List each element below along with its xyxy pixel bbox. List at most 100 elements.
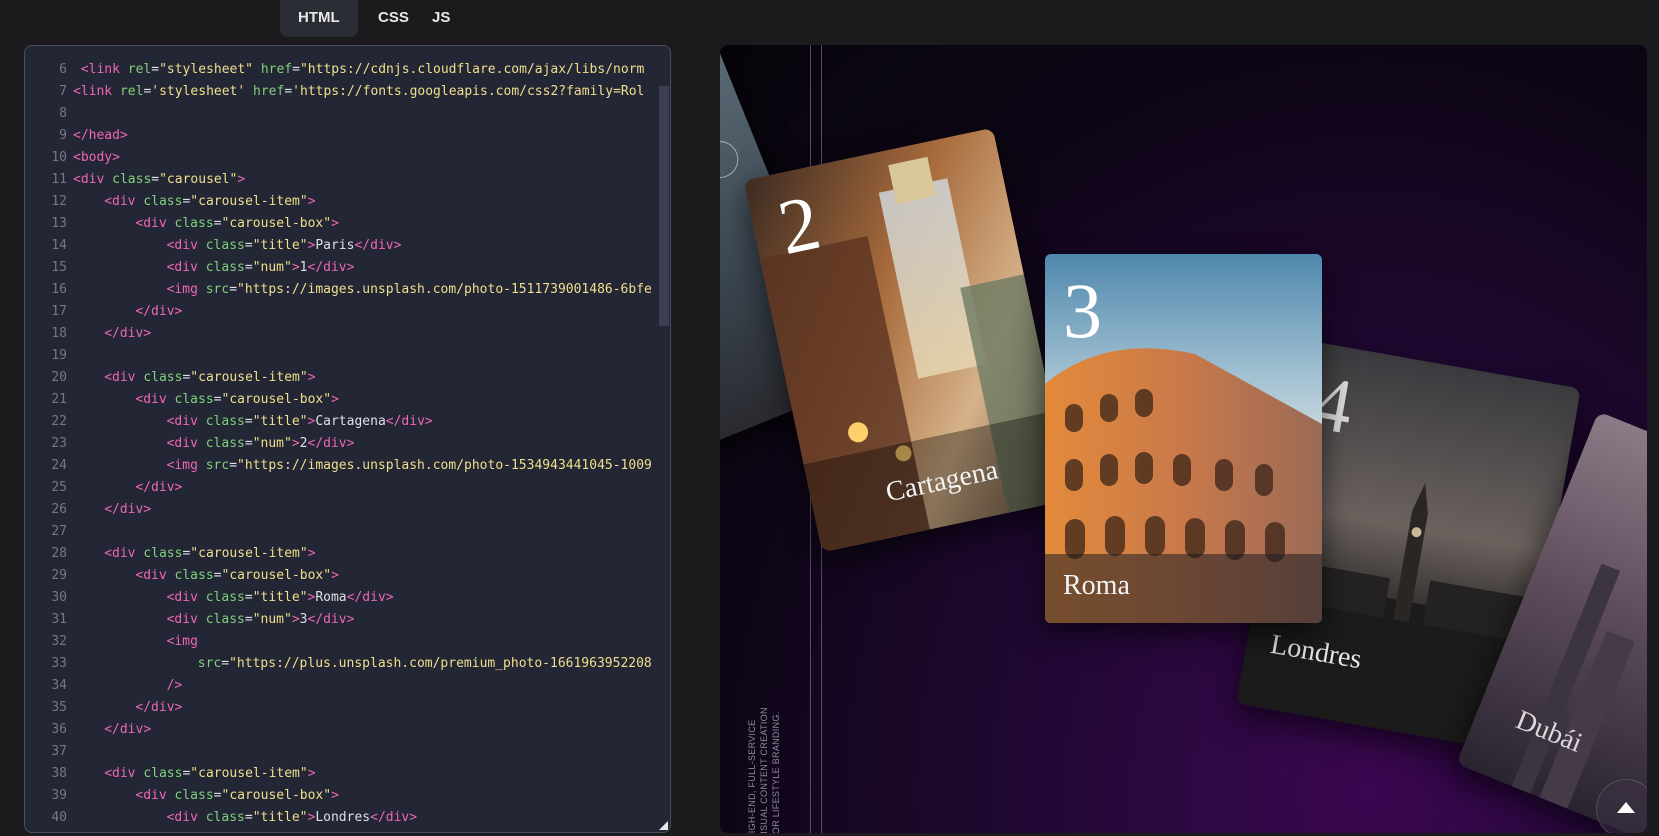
code-token: "carousel-box" <box>221 216 332 231</box>
scroll-up-button[interactable] <box>1596 779 1647 833</box>
code-token: <link <box>80 62 128 77</box>
line-number: 10 <box>51 150 67 165</box>
editor-scrollbar[interactable] <box>659 86 669 326</box>
code-token: class <box>143 370 183 385</box>
code-token: <div <box>166 260 206 275</box>
line-number: 9 <box>59 128 67 143</box>
code-token: <div <box>104 370 144 385</box>
code-token: <div <box>166 238 206 253</box>
line-number: 11 <box>51 172 67 187</box>
tab-css[interactable]: CSS <box>378 0 409 37</box>
code-token: class <box>174 568 214 583</box>
code-token: class <box>205 590 245 605</box>
code-line[interactable]: 37 <box>25 741 670 763</box>
line-text: <div class="carousel-item"> <box>73 763 316 785</box>
line-text: </div> <box>73 301 182 323</box>
line-text: <div class="carousel-item"> <box>73 543 315 565</box>
code-line[interactable]: 29 <div class="carousel-box"> <box>25 565 670 587</box>
code-line[interactable]: 24 <img src="https://images.unsplash.com/… <box>25 455 670 477</box>
code-token: </div> <box>354 238 402 253</box>
code-token: > <box>331 392 339 407</box>
code-token: "carousel-item" <box>190 766 308 781</box>
code-line[interactable]: 19 <box>25 345 670 367</box>
code-line[interactable]: 12 <div class="carousel-item"> <box>25 191 670 213</box>
code-line[interactable]: 35 </div> <box>25 697 670 719</box>
line-number: 19 <box>51 348 67 363</box>
code-line[interactable]: 17 </div> <box>25 301 670 323</box>
code-line[interactable]: 14 <div class="title">Paris</div> <box>25 235 670 257</box>
line-number: 12 <box>51 194 67 209</box>
code-token: </div> <box>370 810 418 825</box>
line-number: 36 <box>51 722 67 737</box>
code-token: 1 <box>299 260 308 275</box>
code-token: = <box>151 172 160 187</box>
code-line[interactable]: 20 <div class="carousel-item"> <box>25 367 670 389</box>
code-token: 'stylesheet' <box>151 84 246 99</box>
code-line[interactable]: 31 <div class="num">3</div> <box>25 609 670 631</box>
line-number: 35 <box>51 700 67 715</box>
code-line[interactable]: 30 <div class="title">Roma</div> <box>25 587 670 609</box>
code-token: > <box>331 216 339 231</box>
code-line[interactable]: 25 </div> <box>25 477 670 499</box>
code-token: "num" <box>252 436 292 451</box>
code-line[interactable]: 27 <box>25 521 670 543</box>
code-token: > <box>307 370 316 385</box>
line-text: </div> <box>73 323 151 345</box>
code-line[interactable]: 13 <div class="carousel-box"> <box>25 213 670 235</box>
code-token: 3 <box>299 612 308 627</box>
line-number: 14 <box>51 238 67 253</box>
code-line[interactable]: 28 <div class="carousel-item"> <box>25 543 670 565</box>
code-token: > <box>307 766 316 781</box>
code-token: = <box>213 788 222 803</box>
code-line[interactable]: 26 </div> <box>25 499 670 521</box>
code-token: src <box>205 282 230 297</box>
line-number: 33 <box>51 656 67 671</box>
code-editor[interactable]: 6 <link rel="stylesheet" href="https://cd… <box>24 45 671 833</box>
carousel-card-cartagena[interactable]: 2 Cartagena <box>743 127 1072 553</box>
tab-js[interactable]: JS <box>432 0 450 37</box>
code-line[interactable]: 40 <div class="title">Londres</div> <box>25 807 670 829</box>
code-line[interactable]: 8 <box>25 103 670 125</box>
line-text: </div> <box>73 499 151 521</box>
code-token: <body> <box>73 150 120 165</box>
carousel-card-roma[interactable]: 3 Roma <box>1045 254 1322 623</box>
code-token: "carousel-box" <box>221 568 332 583</box>
line-number: 7 <box>59 84 67 99</box>
code-line[interactable]: 33 src="https://plus.unsplash.com/premium… <box>25 653 670 675</box>
code-line[interactable]: 11 <div class="carousel"> <box>25 169 670 191</box>
code-token: <img <box>166 458 206 473</box>
code-line[interactable]: 9 </head> <box>25 125 670 147</box>
card-title: Roma <box>1063 570 1130 601</box>
code-token: <div <box>166 590 206 605</box>
line-number: 22 <box>51 414 67 429</box>
code-line[interactable]: 15 <div class="num">1</div> <box>25 257 670 279</box>
code-token: class <box>205 436 245 451</box>
code-line[interactable]: 38 <div class="carousel-item"> <box>25 763 670 785</box>
tab-html[interactable]: HTML <box>280 0 358 37</box>
line-text: </div> <box>73 477 182 499</box>
code-line[interactable]: 18 </div> <box>25 323 670 345</box>
code-token: Londres <box>315 810 371 825</box>
code-token: "https://plus.unsplash.com/premium_photo… <box>229 656 652 671</box>
code-line[interactable]: 10 <body> <box>25 147 670 169</box>
code-token: = <box>244 590 253 605</box>
code-line[interactable]: 39 <div class="carousel-box"> <box>25 785 670 807</box>
code-line[interactable]: 22 <div class="title">Cartagena</div> <box>25 411 670 433</box>
code-line[interactable]: 6 <link rel="stylesheet" href="https://cd… <box>25 59 670 81</box>
code-line[interactable]: 34 /> <box>25 675 670 697</box>
code-token: <div <box>166 436 206 451</box>
code-line[interactable]: 21 <div class="carousel-box"> <box>25 389 670 411</box>
code-token: > <box>331 788 339 803</box>
code-token: <div <box>104 766 144 781</box>
code-line[interactable]: 7 <link rel='stylesheet' href='https://fo… <box>25 81 670 103</box>
line-number: 27 <box>51 524 67 539</box>
code-token: <img <box>166 282 206 297</box>
code-line[interactable]: 16 <img src="https://images.unsplash.com/… <box>25 279 670 301</box>
code-token: </div> <box>385 414 433 429</box>
code-token: class <box>112 172 152 187</box>
code-line[interactable]: 23 <div class="num">2</div> <box>25 433 670 455</box>
line-number: 29 <box>51 568 67 583</box>
code-line[interactable]: 32 <img <box>25 631 670 653</box>
code-line[interactable]: 36 </div> <box>25 719 670 741</box>
